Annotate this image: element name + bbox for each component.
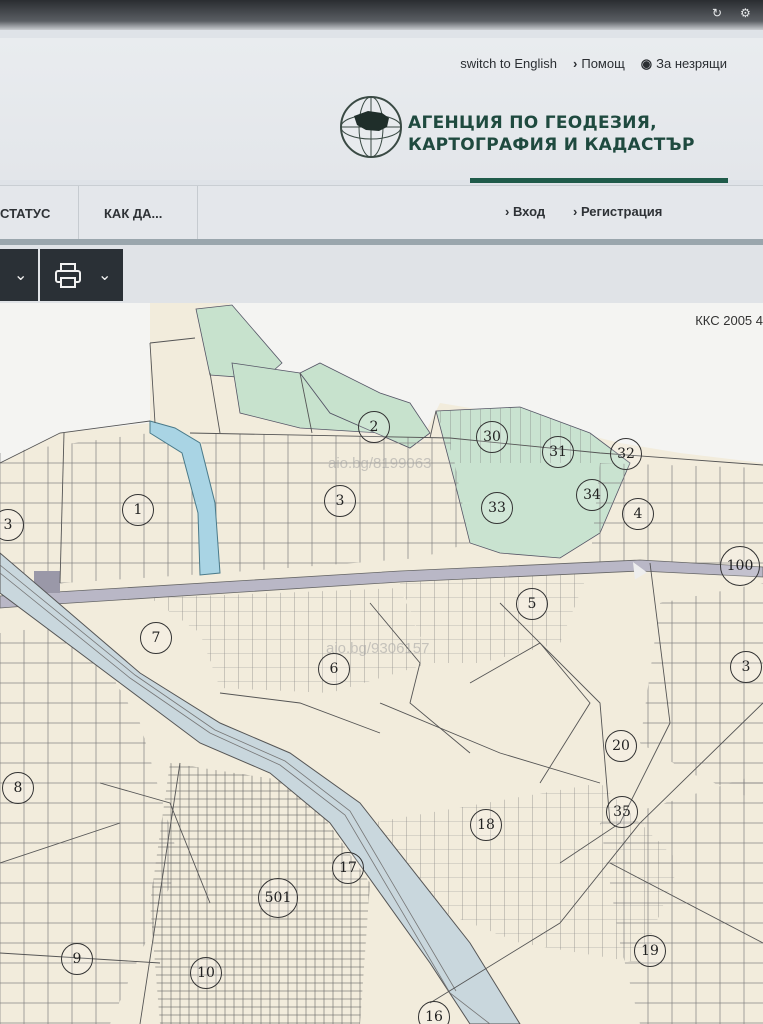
parcel-label[interactable]: 9: [61, 943, 93, 975]
parcel-label[interactable]: 2: [358, 411, 390, 443]
agency-logo[interactable]: [338, 94, 404, 160]
accessibility-link[interactable]: ◉ За незрящи: [641, 56, 727, 72]
map-canvas[interactable]: [0, 303, 763, 1024]
refresh-icon[interactable]: ↻: [712, 6, 722, 20]
parcel-label[interactable]: 501: [258, 878, 298, 918]
chevron-down-icon: ⌄: [14, 267, 28, 284]
login-link[interactable]: › Вход: [505, 204, 545, 219]
brand-divider: [470, 178, 728, 183]
parcel-label[interactable]: 5: [516, 588, 548, 620]
help-link[interactable]: › Помощ: [573, 56, 625, 72]
top-links: switch to English › Помощ ◉ За незрящи: [460, 56, 727, 72]
crs-label: ККС 2005 4: [695, 313, 763, 328]
parcel-label[interactable]: 33: [481, 492, 513, 524]
chevron-right-icon: ›: [573, 56, 578, 71]
chevron-right-icon: ›: [573, 204, 581, 219]
register-link[interactable]: › Регистрация: [573, 204, 662, 219]
browser-top-bar: ↻ ⚙: [0, 0, 763, 30]
parcel-label[interactable]: 8: [2, 772, 34, 804]
agency-name-line1: АГЕНЦИЯ ПО ГЕОДЕЗИЯ,: [408, 113, 657, 133]
switch-language-link[interactable]: switch to English: [460, 56, 557, 72]
eye-icon: ◉: [640, 56, 653, 71]
nav-item-how-to[interactable]: КАК ДА...: [104, 206, 162, 221]
parcel-label[interactable]: 32: [610, 438, 642, 470]
parcel-label[interactable]: 4: [622, 498, 654, 530]
watermark: aio.bg/8199063: [328, 455, 432, 472]
main-nav: СТАТУС КАК ДА... › Вход › Регистрация: [0, 185, 763, 241]
parcel-label[interactable]: 3: [324, 485, 356, 517]
chevron-down-icon: ⌄: [98, 267, 112, 284]
parcel-label[interactable]: 35: [606, 796, 638, 828]
settings-icon[interactable]: ⚙: [740, 6, 751, 20]
parcel-label[interactable]: 1: [122, 494, 154, 526]
print-button[interactable]: ⌄: [40, 249, 123, 301]
print-icon: [55, 263, 81, 288]
agency-name-line2: КАРТОГРАФИЯ И КАДАСТЪР: [408, 135, 695, 155]
parcel-label[interactable]: 17: [332, 852, 364, 884]
parcel-label[interactable]: 10: [190, 957, 222, 989]
tool-menu-button[interactable]: ⌄: [0, 249, 38, 301]
agency-name: АГЕНЦИЯ ПО ГЕОДЕЗИЯ, КАРТОГРАФИЯ И КАДАС…: [408, 112, 695, 156]
parcel-label[interactable]: 18: [470, 809, 502, 841]
parcel-label[interactable]: 34: [576, 479, 608, 511]
site-header: switch to English › Помощ ◉ За незрящи АГЕ…: [0, 38, 763, 180]
nav-item-status[interactable]: СТАТУС: [0, 206, 50, 221]
parcel-label[interactable]: 3: [730, 651, 762, 683]
map-toolbar: ⌄ ⌄: [0, 245, 763, 303]
chevron-right-icon: ›: [505, 204, 513, 219]
cadastral-map[interactable]: ККС 2005 4 aio.bg/8199063 aio.bg/9306157…: [0, 303, 763, 1024]
parcel-label[interactable]: 100: [720, 546, 760, 586]
nav-separator: [78, 186, 79, 241]
nav-separator: [197, 186, 198, 241]
parcel-label[interactable]: 6: [318, 653, 350, 685]
parcel-label[interactable]: 20: [605, 730, 637, 762]
parcel-label[interactable]: 30: [476, 421, 508, 453]
parcel-label[interactable]: 19: [634, 935, 666, 967]
parcel-label[interactable]: 31: [542, 436, 574, 468]
parcel-label[interactable]: 7: [140, 622, 172, 654]
